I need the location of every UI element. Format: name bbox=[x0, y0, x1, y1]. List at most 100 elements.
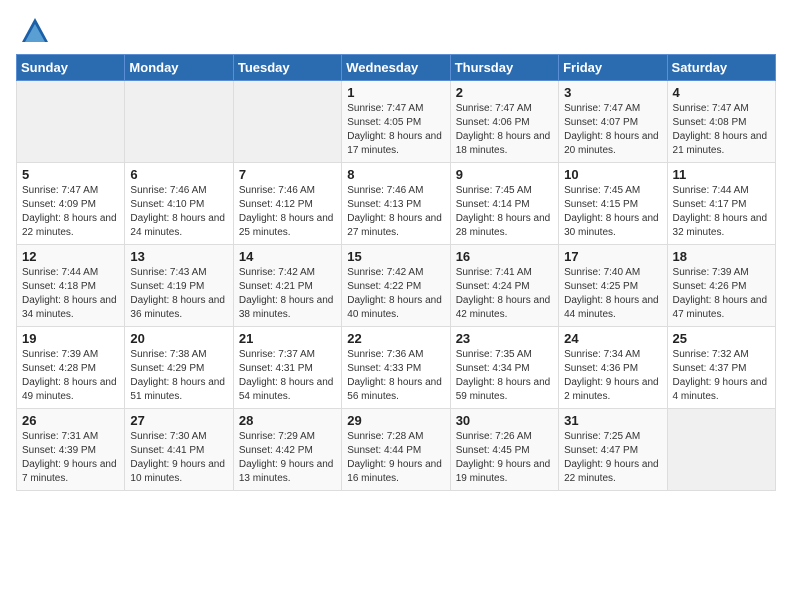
day-number: 23 bbox=[456, 331, 553, 346]
day-number: 11 bbox=[673, 167, 770, 182]
calendar-empty-cell bbox=[17, 81, 125, 163]
page-header bbox=[0, 0, 792, 54]
day-number: 16 bbox=[456, 249, 553, 264]
calendar-week-row: 12Sunrise: 7:44 AM Sunset: 4:18 PM Dayli… bbox=[17, 245, 776, 327]
day-info: Sunrise: 7:37 AM Sunset: 4:31 PM Dayligh… bbox=[239, 348, 336, 404]
day-info: Sunrise: 7:29 AM Sunset: 4:42 PM Dayligh… bbox=[239, 430, 336, 486]
weekday-header-friday: Friday bbox=[559, 55, 667, 81]
calendar-day-cell: 14 Sunrise: 7:42 AM Sunset: 4:21 PM Dayli… bbox=[233, 245, 341, 327]
calendar-day-cell: 16 Sunrise: 7:41 AM Sunset: 4:24 PM Dayli… bbox=[450, 245, 558, 327]
calendar-week-row: 19Sunrise: 7:39 AM Sunset: 4:28 PM Dayli… bbox=[17, 327, 776, 409]
calendar-day-cell: 31Sunrise: 7:25 AM Sunset: 4:47 PM Dayli… bbox=[559, 409, 667, 491]
day-number: 2 bbox=[456, 85, 553, 100]
calendar-table: SundayMondayTuesdayWednesdayThursdayFrid… bbox=[16, 54, 776, 491]
day-number: 21 bbox=[239, 331, 336, 346]
calendar-day-cell: 18 Sunrise: 7:39 AM Sunset: 4:26 PM Dayli… bbox=[667, 245, 775, 327]
day-info: Sunrise: 7:46 AM Sunset: 4:12 PM Dayligh… bbox=[239, 184, 336, 240]
calendar-day-cell: 22Sunrise: 7:36 AM Sunset: 4:33 PM Dayli… bbox=[342, 327, 450, 409]
day-number: 10 bbox=[564, 167, 661, 182]
calendar-day-cell: 4 Sunrise: 7:47 AM Sunset: 4:08 PM Daylig… bbox=[667, 81, 775, 163]
day-number: 1 bbox=[347, 85, 444, 100]
day-info: Sunrise: 7:41 AM Sunset: 4:24 PM Dayligh… bbox=[456, 266, 553, 322]
calendar-day-cell: 9 Sunrise: 7:45 AM Sunset: 4:14 PM Daylig… bbox=[450, 163, 558, 245]
day-info: Sunrise: 7:46 AM Sunset: 4:13 PM Dayligh… bbox=[347, 184, 444, 240]
day-info: Sunrise: 7:42 AM Sunset: 4:21 PM Dayligh… bbox=[239, 266, 336, 322]
day-number: 9 bbox=[456, 167, 553, 182]
day-number: 3 bbox=[564, 85, 661, 100]
calendar-day-cell: 29 Sunrise: 7:28 AM Sunset: 4:44 PM Dayli… bbox=[342, 409, 450, 491]
calendar-empty-cell bbox=[233, 81, 341, 163]
day-info: Sunrise: 7:47 AM Sunset: 4:09 PM Dayligh… bbox=[22, 184, 119, 240]
calendar-day-cell: 12Sunrise: 7:44 AM Sunset: 4:18 PM Dayli… bbox=[17, 245, 125, 327]
day-number: 29 bbox=[347, 413, 444, 428]
day-number: 15 bbox=[347, 249, 444, 264]
day-number: 17 bbox=[564, 249, 661, 264]
day-info: Sunrise: 7:47 AM Sunset: 4:06 PM Dayligh… bbox=[456, 102, 553, 158]
day-info: Sunrise: 7:45 AM Sunset: 4:14 PM Dayligh… bbox=[456, 184, 553, 240]
day-info: Sunrise: 7:44 AM Sunset: 4:17 PM Dayligh… bbox=[673, 184, 770, 240]
day-info: Sunrise: 7:47 AM Sunset: 4:08 PM Dayligh… bbox=[673, 102, 770, 158]
calendar-day-cell: 6 Sunrise: 7:46 AM Sunset: 4:10 PM Daylig… bbox=[125, 163, 233, 245]
day-number: 18 bbox=[673, 249, 770, 264]
calendar-day-cell: 7 Sunrise: 7:46 AM Sunset: 4:12 PM Daylig… bbox=[233, 163, 341, 245]
calendar-day-cell: 13Sunrise: 7:43 AM Sunset: 4:19 PM Dayli… bbox=[125, 245, 233, 327]
day-number: 27 bbox=[130, 413, 227, 428]
calendar-day-cell: 10 Sunrise: 7:45 AM Sunset: 4:15 PM Dayli… bbox=[559, 163, 667, 245]
calendar-day-cell: 2 Sunrise: 7:47 AM Sunset: 4:06 PM Daylig… bbox=[450, 81, 558, 163]
logo bbox=[20, 16, 54, 46]
calendar-week-row: 5 Sunrise: 7:47 AM Sunset: 4:09 PM Daylig… bbox=[17, 163, 776, 245]
weekday-header-row: SundayMondayTuesdayWednesdayThursdayFrid… bbox=[17, 55, 776, 81]
day-info: Sunrise: 7:47 AM Sunset: 4:07 PM Dayligh… bbox=[564, 102, 661, 158]
calendar-day-cell: 8Sunrise: 7:46 AM Sunset: 4:13 PM Daylig… bbox=[342, 163, 450, 245]
calendar-day-cell: 5 Sunrise: 7:47 AM Sunset: 4:09 PM Daylig… bbox=[17, 163, 125, 245]
calendar-week-row: 1 Sunrise: 7:47 AM Sunset: 4:05 PM Daylig… bbox=[17, 81, 776, 163]
calendar-day-cell: 28 Sunrise: 7:29 AM Sunset: 4:42 PM Dayli… bbox=[233, 409, 341, 491]
day-number: 30 bbox=[456, 413, 553, 428]
calendar-day-cell: 20 Sunrise: 7:38 AM Sunset: 4:29 PM Dayli… bbox=[125, 327, 233, 409]
calendar-empty-cell bbox=[667, 409, 775, 491]
day-number: 24 bbox=[564, 331, 661, 346]
day-number: 20 bbox=[130, 331, 227, 346]
day-number: 6 bbox=[130, 167, 227, 182]
day-number: 14 bbox=[239, 249, 336, 264]
weekday-header-monday: Monday bbox=[125, 55, 233, 81]
calendar-day-cell: 3 Sunrise: 7:47 AM Sunset: 4:07 PM Daylig… bbox=[559, 81, 667, 163]
day-info: Sunrise: 7:43 AM Sunset: 4:19 PM Dayligh… bbox=[130, 266, 227, 322]
calendar-day-cell: 17 Sunrise: 7:40 AM Sunset: 4:25 PM Dayli… bbox=[559, 245, 667, 327]
day-info: Sunrise: 7:45 AM Sunset: 4:15 PM Dayligh… bbox=[564, 184, 661, 240]
day-info: Sunrise: 7:31 AM Sunset: 4:39 PM Dayligh… bbox=[22, 430, 119, 486]
calendar-day-cell: 19Sunrise: 7:39 AM Sunset: 4:28 PM Dayli… bbox=[17, 327, 125, 409]
day-info: Sunrise: 7:38 AM Sunset: 4:29 PM Dayligh… bbox=[130, 348, 227, 404]
day-number: 5 bbox=[22, 167, 119, 182]
calendar-day-cell: 1 Sunrise: 7:47 AM Sunset: 4:05 PM Daylig… bbox=[342, 81, 450, 163]
day-info: Sunrise: 7:26 AM Sunset: 4:45 PM Dayligh… bbox=[456, 430, 553, 486]
day-info: Sunrise: 7:46 AM Sunset: 4:10 PM Dayligh… bbox=[130, 184, 227, 240]
day-number: 31 bbox=[564, 413, 661, 428]
calendar-day-cell: 23Sunrise: 7:35 AM Sunset: 4:34 PM Dayli… bbox=[450, 327, 558, 409]
calendar-day-cell: 24 Sunrise: 7:34 AM Sunset: 4:36 PM Dayli… bbox=[559, 327, 667, 409]
day-number: 19 bbox=[22, 331, 119, 346]
calendar-day-cell: 25Sunrise: 7:32 AM Sunset: 4:37 PM Dayli… bbox=[667, 327, 775, 409]
day-info: Sunrise: 7:39 AM Sunset: 4:26 PM Dayligh… bbox=[673, 266, 770, 322]
calendar-day-cell: 26 Sunrise: 7:31 AM Sunset: 4:39 PM Dayli… bbox=[17, 409, 125, 491]
day-number: 7 bbox=[239, 167, 336, 182]
day-info: Sunrise: 7:36 AM Sunset: 4:33 PM Dayligh… bbox=[347, 348, 444, 404]
calendar-empty-cell bbox=[125, 81, 233, 163]
day-number: 28 bbox=[239, 413, 336, 428]
calendar-day-cell: 21 Sunrise: 7:37 AM Sunset: 4:31 PM Dayli… bbox=[233, 327, 341, 409]
day-number: 12 bbox=[22, 249, 119, 264]
day-info: Sunrise: 7:40 AM Sunset: 4:25 PM Dayligh… bbox=[564, 266, 661, 322]
calendar-day-cell: 11 Sunrise: 7:44 AM Sunset: 4:17 PM Dayli… bbox=[667, 163, 775, 245]
calendar-wrapper: SundayMondayTuesdayWednesdayThursdayFrid… bbox=[0, 54, 792, 499]
day-number: 4 bbox=[673, 85, 770, 100]
day-info: Sunrise: 7:47 AM Sunset: 4:05 PM Dayligh… bbox=[347, 102, 444, 158]
weekday-header-thursday: Thursday bbox=[450, 55, 558, 81]
weekday-header-wednesday: Wednesday bbox=[342, 55, 450, 81]
weekday-header-tuesday: Tuesday bbox=[233, 55, 341, 81]
weekday-header-sunday: Sunday bbox=[17, 55, 125, 81]
calendar-day-cell: 30 Sunrise: 7:26 AM Sunset: 4:45 PM Dayli… bbox=[450, 409, 558, 491]
day-info: Sunrise: 7:34 AM Sunset: 4:36 PM Dayligh… bbox=[564, 348, 661, 404]
day-number: 26 bbox=[22, 413, 119, 428]
day-number: 25 bbox=[673, 331, 770, 346]
day-info: Sunrise: 7:28 AM Sunset: 4:44 PM Dayligh… bbox=[347, 430, 444, 486]
